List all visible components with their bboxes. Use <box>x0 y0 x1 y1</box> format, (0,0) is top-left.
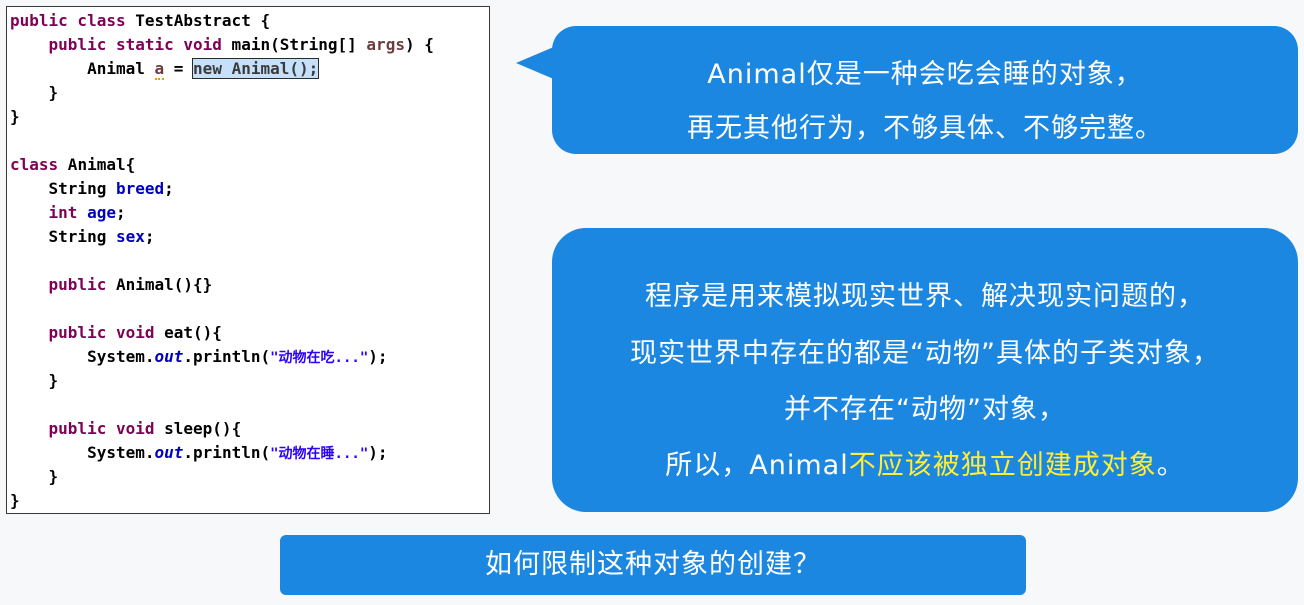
speech-bubble-top: Animal仅是一种会吃会睡的对象， 再无其他行为，不够具体、不够完整。 <box>552 26 1298 154</box>
code-panel: public class TestAbstract { public stati… <box>6 6 490 514</box>
code-line-6: class Animal{ <box>10 155 136 174</box>
question-banner: 如何限制这种对象的创建？ <box>280 535 1026 595</box>
code-line-15: System.out.println("动物在睡..."); <box>87 443 388 462</box>
code-line-9: String sex; <box>48 227 155 246</box>
code-line-12: System.out.println("动物在吃..."); <box>87 347 388 366</box>
code-line-5: } <box>10 107 20 126</box>
highlighted-conclusion: 不应该被独立创建成对象 <box>848 450 1157 481</box>
code-line-4: } <box>10 83 59 102</box>
explanation-bubble: 程序是用来模拟现实世界、解决现实问题的， 现实世界中存在的都是“动物”具体的子类… <box>552 228 1298 512</box>
code-line-1: public class TestAbstract { <box>10 11 271 30</box>
new-animal-highlight: new Animal(); <box>192 58 320 79</box>
bubble-top-line-2: 再无其他行为，不够具体、不够完整。 <box>687 113 1163 144</box>
explanation-line-3: 并不存在“动物”对象， <box>784 394 1066 425</box>
code-line-10: public Animal(){} <box>48 275 213 294</box>
code-line-11: public void eat(){ <box>48 323 222 342</box>
explanation-line-2: 现实世界中存在的都是“动物”具体的子类对象， <box>630 338 1220 369</box>
code-line-2: public static void main(String[] args) { <box>48 35 434 54</box>
code-line-16: } <box>10 467 59 486</box>
code-line-3: Animal a = new Animal(); <box>87 58 320 80</box>
code-line-17: } <box>10 491 20 510</box>
bubble-top-line-1: Animal仅是一种会吃会睡的对象， <box>707 59 1143 90</box>
code-line-14: public void sleep(){ <box>48 419 242 438</box>
code-line-13: } <box>10 371 59 390</box>
code-line-8: int age; <box>48 203 126 222</box>
code-line-7: String breed; <box>48 179 174 198</box>
explanation-line-1: 程序是用来模拟现实世界、解决现实问题的， <box>645 281 1205 312</box>
speech-bubble-pointer <box>516 46 556 80</box>
explanation-line-4: 所以，Animal不应该被独立创建成对象。 <box>665 450 1185 481</box>
